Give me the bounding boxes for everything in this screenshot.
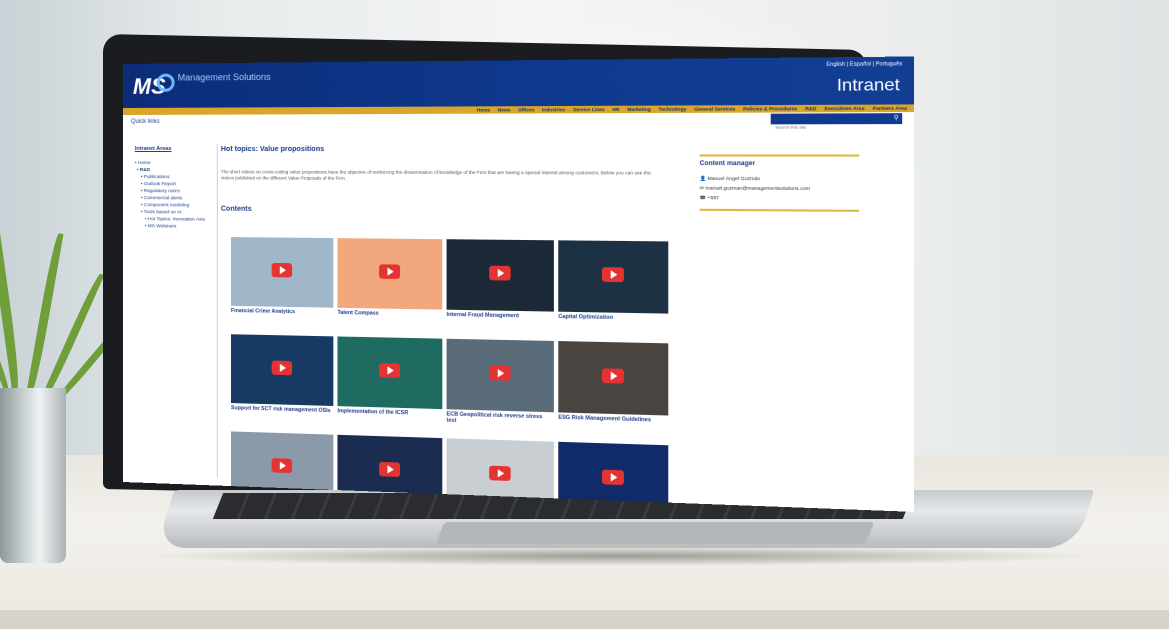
video-card[interactable]: ESG Risk Management Guidelines	[558, 341, 668, 439]
manager-name-text: Manuel Ángel Guzmán	[707, 176, 760, 182]
video-thumbnail[interactable]	[337, 238, 442, 309]
manager-email-text[interactable]: manuel.guzman@managementsolutions.com	[705, 185, 810, 191]
language-switcher[interactable]: English | Español | Português	[826, 61, 902, 68]
nav-item-executives[interactable]: Executives Area	[825, 105, 865, 113]
nav-item-industries[interactable]: Industries	[542, 106, 565, 113]
logo-circle-icon	[157, 74, 175, 92]
manager-name: 👤 Manuel Ángel Guzmán	[700, 174, 860, 184]
video-caption[interactable]: ESG Risk Management Guidelines	[558, 415, 668, 425]
video-thumbnail[interactable]	[231, 237, 333, 308]
manager-phone-text: +597	[707, 195, 719, 200]
main-content: Hot topics: Value propositions The short…	[221, 146, 677, 216]
search-input[interactable]	[773, 124, 887, 131]
content-manager-title: Content manager	[700, 161, 860, 168]
video-card[interactable]: Internal Fraud Management	[447, 239, 554, 334]
nav-item-partners[interactable]: Partners Area	[873, 104, 907, 112]
video-card[interactable]: Support for SCT risk management OSIs	[231, 334, 333, 428]
video-card[interactable]: Financial Crime Analytics	[231, 237, 333, 330]
video-card[interactable]: Capital Optimization	[558, 240, 668, 337]
play-icon[interactable]	[272, 458, 292, 473]
manager-phone: ☎ +597	[700, 193, 860, 204]
search-box: ⚲	[771, 113, 902, 124]
phone-icon: ☎	[700, 195, 708, 200]
video-grid: Financial Crime Analytics Talent Compass I…	[231, 237, 677, 512]
quick-links[interactable]: Quick links	[131, 119, 160, 125]
play-icon[interactable]	[379, 462, 400, 477]
play-icon[interactable]	[272, 361, 292, 376]
play-icon[interactable]	[489, 266, 510, 281]
video-card[interactable]: Talent Compass	[337, 238, 442, 332]
site-title: Intranet	[837, 76, 900, 96]
person-icon: 👤	[700, 176, 708, 181]
laptop-screen: MS Management Solutions English | Españo…	[123, 56, 914, 511]
nav-item-news[interactable]: News	[498, 106, 511, 113]
quick-bar: Quick links ⚲	[123, 112, 914, 125]
contents-heading: Contents	[221, 206, 677, 216]
sidebar-item-webinars[interactable]: • MS Webinars	[135, 223, 215, 231]
video-card[interactable]: ECB Geopolitical risk reverse stress tes…	[447, 339, 554, 436]
manager-email[interactable]: ✉ manuel.guzman@managementsolutions.com	[700, 183, 860, 193]
plant-pot	[0, 388, 66, 563]
nav-item-general-services[interactable]: General Services	[694, 105, 735, 113]
intranet-header: MS Management Solutions English | Españo…	[123, 56, 914, 108]
video-card[interactable]: Implementation of the ICSR	[337, 336, 442, 431]
nav-item-marketing[interactable]: Marketing	[627, 106, 651, 114]
play-icon[interactable]	[379, 363, 400, 378]
nav-item-home[interactable]: Home	[477, 106, 490, 113]
laptop-trackpad	[436, 522, 875, 544]
nav-item-offices[interactable]: Offices	[518, 106, 534, 113]
play-icon[interactable]	[489, 466, 510, 481]
page-title: Hot topics: Value propositions	[221, 146, 677, 153]
video-caption[interactable]: Implementation of the ICSR	[337, 408, 442, 417]
play-icon[interactable]	[379, 264, 400, 279]
video-caption[interactable]: ECB Geopolitical risk reverse stress tes…	[447, 411, 554, 427]
video-thumbnail[interactable]	[447, 339, 554, 413]
nav-item-service-lines[interactable]: Service Lines	[573, 106, 605, 114]
video-thumbnail[interactable]	[558, 341, 668, 415]
nav-item-rd[interactable]: R&D	[805, 105, 816, 113]
video-caption[interactable]: Internal Fraud Management	[447, 312, 554, 320]
logo-text: Management Solutions	[178, 73, 271, 83]
nav-item-technology[interactable]: Technology	[659, 105, 687, 113]
intro-text: The short videos on cross-cutting value …	[221, 169, 666, 183]
nav-item-hr[interactable]: HR	[612, 106, 619, 113]
play-icon[interactable]	[272, 263, 292, 278]
video-caption[interactable]: Financial Crime Analytics	[231, 308, 333, 316]
sidebar-divider	[217, 144, 218, 478]
desk-edge	[0, 610, 1169, 629]
search-icon[interactable]: ⚲	[894, 114, 899, 122]
play-icon[interactable]	[602, 267, 624, 282]
video-thumbnail[interactable]	[231, 334, 333, 406]
play-icon[interactable]	[489, 366, 510, 381]
video-caption[interactable]: Capital Optimization	[558, 314, 668, 322]
video-thumbnail[interactable]	[447, 239, 554, 311]
video-thumbnail[interactable]	[558, 240, 668, 313]
content-manager-panel: Content manager 👤 Manuel Ángel Guzmán ✉ …	[700, 154, 860, 212]
video-caption[interactable]: Support for SCT risk management OSIs	[231, 405, 333, 414]
laptop-shadow	[140, 546, 1100, 566]
sidebar: Intranet Areas • Home • R&D • Publicatio…	[135, 146, 215, 231]
video-thumbnail[interactable]	[337, 336, 442, 409]
play-icon[interactable]	[602, 368, 624, 383]
video-caption[interactable]: Talent Compass	[337, 310, 442, 318]
play-icon[interactable]	[602, 470, 624, 486]
